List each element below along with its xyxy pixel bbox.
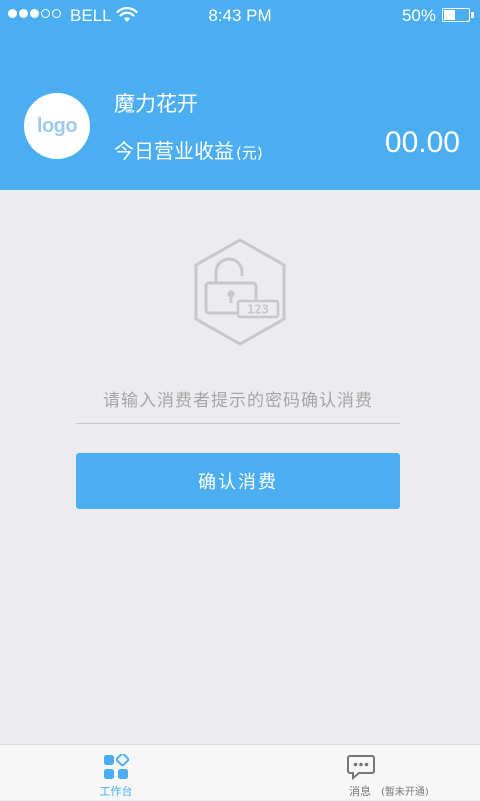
- shop-name: 魔力花开: [114, 92, 198, 116]
- tab-workbench[interactable]: 工作台: [76, 745, 156, 801]
- password-lock-icon: 123: [194, 238, 286, 346]
- workbench-icon: [103, 752, 130, 784]
- tab-messages-label: 消息 (暂未开通): [349, 785, 429, 798]
- message-icon: [347, 754, 375, 784]
- battery-percentage: 50%: [401, 6, 436, 25]
- lock-code-digits: 123: [247, 303, 269, 317]
- header-banner: BELL 8:43 PM 50% logo 魔力花开 今日营业收益 (元) 00.…: [0, 0, 480, 190]
- messages-unavailable-note: (暂未开通): [381, 787, 429, 798]
- today-income-label: 今日营业收益 (元): [114, 135, 263, 164]
- battery-level-fill: [444, 10, 456, 20]
- logo-text: logo: [36, 114, 78, 137]
- battery-icon: [442, 8, 474, 22]
- shop-logo-avatar: logo: [24, 93, 90, 159]
- tab-messages[interactable]: 消息 (暂未开通): [330, 745, 470, 801]
- income-unit: (元): [236, 144, 263, 162]
- confirm-consumption-button[interactable]: 确认消费: [76, 453, 400, 509]
- status-bar: BELL 8:43 PM 50%: [0, 0, 480, 32]
- today-income-value: 00.00: [384, 126, 460, 159]
- income-label-text: 今日营业收益: [114, 139, 234, 163]
- consumer-password-input[interactable]: [76, 378, 400, 424]
- tab-workbench-label: 工作台: [99, 785, 133, 798]
- bottom-tab-bar: 工作台 消息 (暂未开通): [0, 744, 480, 800]
